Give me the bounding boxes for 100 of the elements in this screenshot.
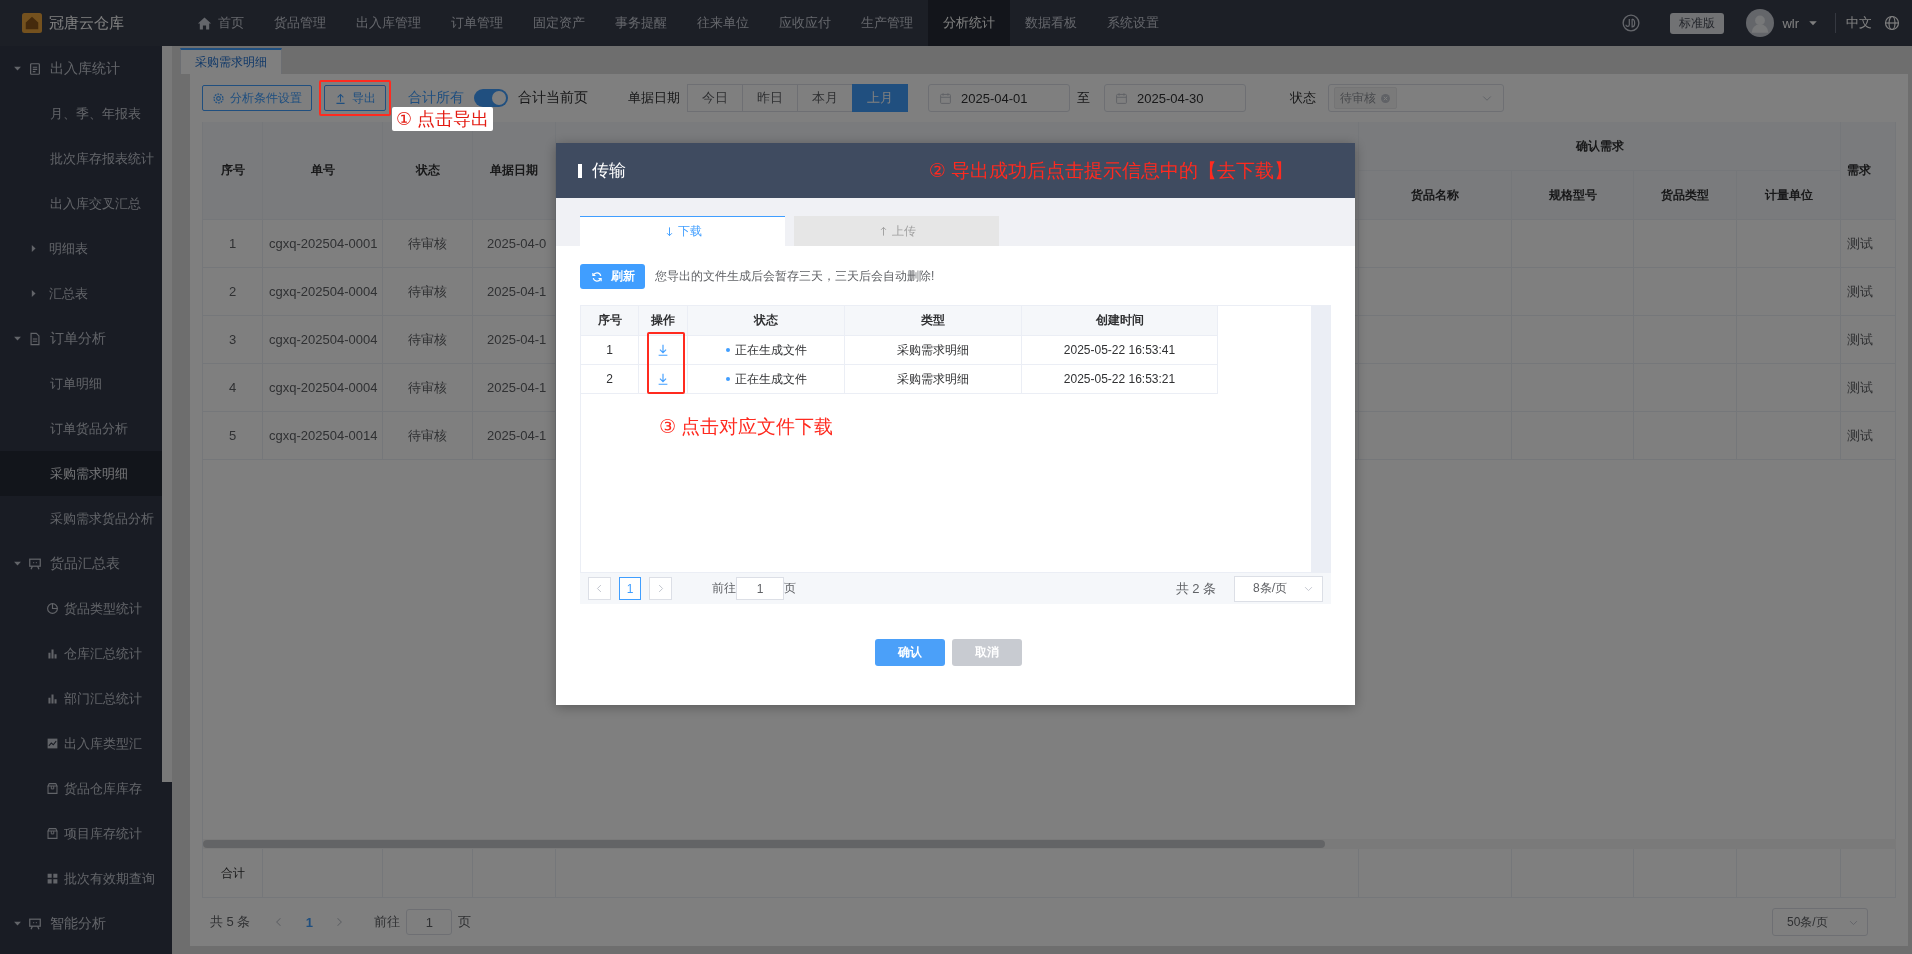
sum-page-label[interactable]: 合计当前页 [518, 89, 588, 107]
sidebar-item[interactable]: 采购需求明细 [0, 451, 162, 496]
dialog-title: 传输 [592, 160, 626, 182]
download-button[interactable] [656, 343, 670, 357]
sidebar-item[interactable]: 仓库汇总统计 [0, 631, 162, 676]
date-range-button[interactable]: 本月 [797, 84, 853, 112]
sidebar-group[interactable]: 订单分析 [0, 316, 162, 361]
close-icon[interactable] [1380, 92, 1391, 104]
column-header: 货品类型 [1634, 171, 1737, 220]
page-tab[interactable]: 采购需求明细 [180, 48, 282, 74]
page-input[interactable]: 1 [736, 577, 784, 600]
column-header: 创建时间 [1022, 306, 1218, 336]
page-number[interactable]: 1 [619, 577, 641, 600]
nav-tab[interactable]: 订单管理 [436, 0, 518, 46]
table-cell: cgxq-202504-0014 [263, 412, 383, 460]
scrollbar-thumb[interactable] [203, 840, 1325, 848]
date-range-button[interactable]: 今日 [687, 84, 743, 112]
sidebar-item[interactable]: 批次库存报表统计 [0, 136, 162, 181]
date-range-button[interactable]: 上月 [852, 84, 908, 112]
table-cell: cgxq-202504-0004 [263, 364, 383, 412]
page-size-select[interactable]: 50条/页 [1772, 908, 1868, 936]
export-button[interactable]: 导出 [324, 85, 386, 111]
nav-tab[interactable]: 固定资产 [518, 0, 600, 46]
sidebar-item[interactable]: 出入库类型汇 [0, 721, 162, 766]
circle-logo-icon[interactable] [1622, 14, 1641, 32]
bar-chart-icon [46, 647, 59, 660]
sidebar-item[interactable]: 出入库交叉汇总 [0, 181, 162, 226]
download-button[interactable] [656, 372, 670, 386]
sidebar-item[interactable]: 项目库存统计 [0, 811, 162, 856]
column-header: 需求 [1841, 122, 1896, 220]
sidebar-item[interactable]: 订单明细 [0, 361, 162, 406]
grid-icon [46, 872, 59, 885]
sidebar-item[interactable]: 明细表 [0, 226, 162, 271]
nav-tab[interactable]: 出入库管理 [341, 0, 436, 46]
dialog-tab[interactable]: 下载 [580, 216, 785, 246]
page-number[interactable]: 1 [294, 908, 325, 936]
sum-toggle[interactable] [474, 89, 508, 107]
column-header: 规格型号 [1512, 171, 1634, 220]
nav-tab[interactable]: 系统设置 [1092, 0, 1174, 46]
table-cell: cgxq-202504-0004 [263, 316, 383, 364]
language-label[interactable]: 中文 [1846, 14, 1872, 32]
nav-tab[interactable]: 生产管理 [846, 0, 928, 46]
nav-tab[interactable]: 货品管理 [259, 0, 341, 46]
refresh-icon [590, 270, 603, 283]
scrollbar-thumb[interactable] [162, 46, 172, 782]
table-cell: 2025-05-22 16:53:21 [1022, 365, 1218, 394]
table-cell: 待审核 [383, 220, 473, 268]
table-cell: 测试 [1841, 268, 1896, 316]
sidebar-group[interactable]: 出入库统计 [0, 46, 162, 91]
table-cell: 2 [203, 268, 263, 316]
status-label: 状态 [1290, 89, 1316, 107]
table-cell: 测试 [1841, 220, 1896, 268]
date-range-button[interactable]: 昨日 [742, 84, 798, 112]
sidebar-group[interactable]: 智能分析 [0, 901, 162, 946]
dialog-button[interactable]: 确认 [875, 639, 945, 666]
nav-tab[interactable]: 应收应付 [764, 0, 846, 46]
logo-icon [22, 13, 42, 33]
table-cell: 正在生成文件 [688, 365, 845, 394]
nav-tab[interactable]: 数据看板 [1010, 0, 1092, 46]
sidebar-item[interactable]: 批次有效期查询 [0, 856, 162, 901]
user-name[interactable]: wlr [1782, 15, 1799, 31]
table-cell: 待审核 [383, 364, 473, 412]
settings-button[interactable]: 分析条件设置 [202, 85, 312, 111]
next-page-button[interactable] [649, 577, 672, 600]
nav-tab[interactable]: 分析统计 [928, 0, 1010, 46]
column-header: 序号 [203, 122, 263, 220]
highlight-frame [319, 80, 391, 116]
sidebar-item[interactable]: 采购需求货品分析 [0, 496, 162, 541]
page-input[interactable]: 1 [406, 909, 453, 935]
sum-all-label[interactable]: 合计所有 [408, 89, 464, 107]
globe-icon[interactable] [1884, 15, 1900, 31]
sidebar-item[interactable]: 货品类型统计 [0, 586, 162, 631]
nav-tab[interactable]: 事务提醒 [600, 0, 682, 46]
settings-icon [212, 91, 225, 105]
table-cell: 3 [203, 316, 263, 364]
date-field[interactable]: 2025-04-30 [1104, 84, 1246, 112]
refresh-button[interactable]: 刷新 [580, 264, 645, 289]
bar-chart-icon [46, 692, 59, 705]
table-cell: cgxq-202504-0004 [263, 268, 383, 316]
document-icon [28, 61, 42, 76]
sidebar-item[interactable]: 货品仓库库存 [0, 766, 162, 811]
sidebar-group[interactable]: 货品汇总表 [0, 541, 162, 586]
goto-label: 前往 [712, 580, 736, 597]
range-separator: 至 [1077, 89, 1090, 107]
page-size-select[interactable]: 8条/页 [1234, 575, 1323, 602]
table-cell: 待审核 [383, 316, 473, 364]
sidebar-item[interactable]: 月、季、年报表 [0, 91, 162, 136]
column-header: 序号 [581, 306, 639, 336]
sidebar-item[interactable]: 汇总表 [0, 271, 162, 316]
nav-tab[interactable]: 首页 [182, 0, 259, 46]
avatar[interactable] [1746, 9, 1775, 37]
date-field[interactable]: 2025-04-01 [928, 84, 1070, 112]
prev-page-button[interactable] [588, 577, 611, 600]
page-unit: 页 [784, 580, 796, 597]
presentation-board-icon [28, 556, 42, 571]
nav-tab[interactable]: 往来单位 [682, 0, 764, 46]
package-icon [46, 782, 59, 795]
sidebar-item[interactable]: 订单货品分析 [0, 406, 162, 451]
table-cell: 测试 [1841, 316, 1896, 364]
table-cell: 1 [581, 336, 639, 365]
